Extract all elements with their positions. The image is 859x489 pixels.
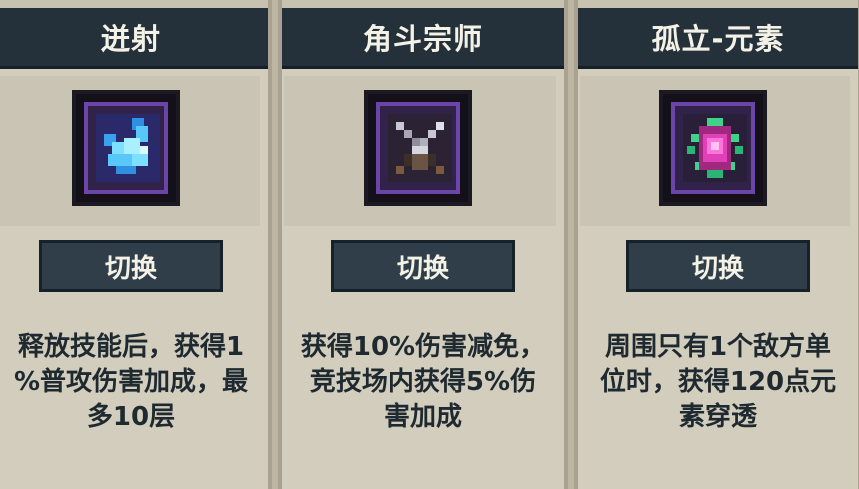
- talent-icon-frame[interactable]: [663, 94, 763, 202]
- talent-card-2: 角斗宗师 切换 获得10%伤害减免， 竞技场内获得5%伤 害加成: [278, 0, 568, 489]
- card-title-bar: 角斗宗师: [282, 0, 564, 69]
- card-description: 释放技能后，获得1 %普攻伤害加成，最 多10层: [13, 332, 249, 432]
- icon-panel: [284, 76, 556, 226]
- talent-icon-frame[interactable]: [76, 94, 176, 202]
- switch-button[interactable]: 切换: [626, 240, 810, 292]
- icon-panel: [580, 76, 850, 226]
- talent-icon-frame[interactable]: [368, 94, 468, 202]
- switch-button[interactable]: 切换: [331, 240, 515, 292]
- card-title-bar: 孤立-元素: [578, 0, 858, 69]
- talent-card-1: 迸射 切换 释放技能后，获得1 %普攻伤害加成，最 多10层: [0, 0, 272, 489]
- switch-button[interactable]: 切换: [39, 240, 223, 292]
- card-description: 获得10%伤害减免， 竞技场内获得5%伤 害加成: [300, 332, 546, 432]
- ice-shard-icon: [96, 114, 160, 182]
- crossed-swords-icon: [388, 114, 452, 182]
- card-title: 孤立-元素: [651, 22, 785, 56]
- switch-button-label: 切换: [104, 253, 157, 284]
- card-description: 周围只有1个敌方单 位时，获得120点元 素穿透: [599, 332, 837, 432]
- icon-panel: [0, 76, 260, 226]
- element-gem-icon: [683, 114, 747, 182]
- talent-card-3: 孤立-元素 切换 周围只有1个敌方单 位时，获得120点元 素穿透: [574, 0, 859, 489]
- switch-button-label: 切换: [691, 253, 744, 284]
- card-title: 迸射: [100, 22, 161, 56]
- card-title-bar: 迸射: [0, 0, 268, 69]
- switch-button-label: 切换: [396, 253, 449, 284]
- card-title: 角斗宗师: [362, 22, 483, 56]
